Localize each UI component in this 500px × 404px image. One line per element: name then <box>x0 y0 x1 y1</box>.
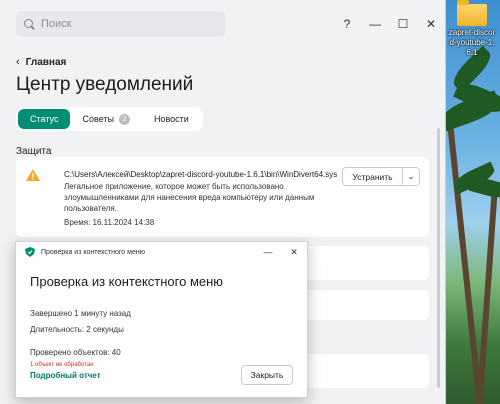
fix-split-button: Устранить ⌄ <box>342 167 420 186</box>
back-label: Главная <box>25 56 67 68</box>
chevron-down-icon[interactable]: ⌄ <box>403 168 419 185</box>
kaspersky-shield-icon <box>25 247 35 257</box>
page-title: Центр уведомлений <box>16 74 194 95</box>
help-button[interactable]: ? <box>333 10 361 38</box>
tab-bar: Статус Советы 2 Новости <box>16 107 203 131</box>
vertical-scrollbar[interactable] <box>437 128 440 388</box>
tab-label: Советы <box>82 114 114 124</box>
chevron-left-icon: ‹ <box>16 56 20 68</box>
window-titlebar: Поиск ? — ☐ ✕ <box>0 0 445 48</box>
tab-tips[interactable]: Советы 2 <box>70 109 141 129</box>
threat-file-path: C:\Users\Алексей\Desktop\zapret-discord-… <box>64 170 338 179</box>
dialog-close-button[interactable]: ✕ <box>281 242 307 262</box>
threat-description: Легальное приложение, которое может быть… <box>64 182 315 213</box>
search-placeholder: Поиск <box>41 18 72 30</box>
search-input[interactable]: Поиск <box>16 11 226 37</box>
detailed-report-link[interactable]: Подробный отчет <box>30 371 101 380</box>
help-icon: ? <box>343 17 351 31</box>
palm-trunk <box>446 120 484 404</box>
desktop-folder-shortcut[interactable]: zapret-discord-youtube-1.6.1 <box>448 0 496 58</box>
dialog-window-title: Проверка из контекстного меню <box>41 248 145 256</box>
tab-news[interactable]: Новости <box>142 109 201 129</box>
tab-label: Статус <box>30 114 59 124</box>
warning-icon <box>26 169 40 181</box>
close-button[interactable]: ✕ <box>417 10 445 38</box>
minimize-icon: — <box>263 247 273 257</box>
dialog-footer: Подробный отчет Закрыть <box>30 365 293 385</box>
back-link[interactable]: ‹ Главная <box>16 55 429 69</box>
folder-icon <box>457 0 487 26</box>
fix-button[interactable]: Устранить <box>343 168 403 185</box>
scan-completed-text: Завершено 1 минуту назад <box>30 309 131 318</box>
objects-checked-text: Проверено объектов: 40 <box>30 348 121 357</box>
minimize-icon: — <box>369 17 381 31</box>
search-icon <box>24 18 35 30</box>
threat-time: Время: 16.11.2024 14:38 <box>64 218 155 227</box>
close-dialog-button[interactable]: Закрыть <box>241 365 293 385</box>
dialog-minimize-button[interactable]: — <box>255 242 281 262</box>
close-icon: ✕ <box>290 246 298 257</box>
dialog-window-controls: — ✕ <box>255 242 307 262</box>
scan-result-dialog: Проверка из контекстного меню — ✕ Провер… <box>15 241 308 398</box>
window-controls: ? — ☐ ✕ <box>333 10 445 38</box>
tab-label: Новости <box>153 114 189 124</box>
desktop-icon-label: zapret-discord-youtube-1.6.1 <box>448 28 496 57</box>
tab-status[interactable]: Статус <box>18 109 71 129</box>
scan-duration-text: Длительность: 2 секунды <box>30 325 124 334</box>
palm-trunk <box>476 190 498 404</box>
close-icon: ✕ <box>425 17 437 31</box>
dialog-titlebar: Проверка из контекстного меню — ✕ <box>16 242 307 262</box>
maximize-icon: ☐ <box>397 17 409 31</box>
minimize-button[interactable]: — <box>361 10 389 38</box>
dialog-heading: Проверка из контекстного меню <box>30 274 224 289</box>
tips-count-badge: 2 <box>118 113 130 125</box>
threat-alert-card: C:\Users\Алексей\Desktop\zapret-discord-… <box>16 157 429 237</box>
maximize-button[interactable]: ☐ <box>389 10 417 38</box>
